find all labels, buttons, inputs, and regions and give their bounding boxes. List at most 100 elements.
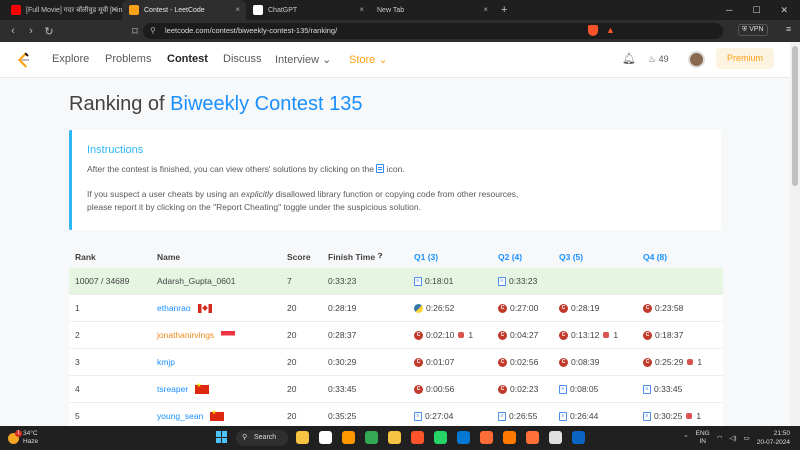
wifi-icon[interactable]: ◠ — [717, 434, 723, 442]
question-result-cell[interactable]: C 0:02:10 1 — [414, 322, 473, 348]
vscode-icon[interactable] — [457, 431, 470, 444]
question-result-cell[interactable]: C 0:18:37 — [643, 322, 683, 348]
solution-doc-icon[interactable]: ≡ — [559, 384, 567, 394]
minimize-icon[interactable]: ─ — [726, 5, 732, 15]
cpp-icon[interactable]: C — [498, 384, 507, 394]
nav-contest[interactable]: Contest — [167, 53, 208, 80]
browser-tab[interactable]: ChatGPT × — [246, 0, 370, 20]
notion-icon[interactable] — [319, 431, 332, 444]
nav-explore[interactable]: Explore — [52, 53, 89, 65]
browser-tab[interactable]: [Full Movie] गदर बॉलीवुड मूवी [Hindi D× — [4, 0, 122, 20]
cpp-icon[interactable]: C — [643, 357, 652, 367]
question-result-cell[interactable]: ≡ 0:18:01 — [414, 268, 453, 294]
avatar[interactable] — [688, 51, 705, 68]
menu-icon[interactable]: ≡ — [786, 24, 791, 34]
postman-icon[interactable] — [480, 431, 493, 444]
solution-doc-icon[interactable]: ≡ — [414, 411, 422, 421]
cpp-icon[interactable]: C — [498, 357, 507, 367]
leetcode-logo-icon[interactable] — [14, 51, 32, 69]
whatsapp-icon[interactable] — [434, 431, 447, 444]
solution-doc-icon[interactable]: ≡ — [643, 411, 651, 421]
cpp-icon[interactable]: C — [414, 357, 423, 367]
nav-problems[interactable]: Problems — [105, 53, 151, 65]
username-link[interactable]: tsreaper — [157, 376, 210, 402]
reload-icon[interactable]: ↻ — [40, 25, 58, 38]
cpp-icon[interactable]: C — [643, 303, 652, 313]
solution-doc-icon[interactable]: ≡ — [643, 384, 651, 394]
cpp-icon[interactable]: C — [559, 303, 568, 313]
nav-interview[interactable]: Interview ⌄ — [275, 53, 331, 66]
cpp-icon[interactable]: C — [414, 384, 423, 394]
new-tab-button[interactable]: + — [494, 0, 514, 20]
brave-shield-icon[interactable] — [588, 25, 598, 36]
cpp-icon[interactable]: C — [498, 330, 507, 340]
browser-tab[interactable]: Contest - LeetCode × — [122, 0, 246, 20]
cpp-icon[interactable]: C — [559, 357, 568, 367]
question-result-cell[interactable]: C 0:00:56 — [414, 376, 454, 402]
question-result-cell[interactable]: 0:26:52 — [414, 295, 454, 321]
username-link[interactable]: Adarsh_Gupta_0601 — [157, 268, 235, 294]
username-link[interactable]: young_sean — [157, 403, 225, 426]
question-result-cell[interactable]: C 0:08:39 — [559, 349, 599, 375]
solution-doc-icon[interactable]: ≡ — [498, 411, 506, 421]
question-result-cell[interactable]: C 0:02:23 — [498, 376, 538, 402]
back-icon[interactable]: ‹ — [4, 25, 22, 37]
question-result-cell[interactable]: ≡ 0:08:05 — [559, 376, 598, 402]
contest-name-link[interactable]: Biweekly Contest 135 — [170, 93, 362, 115]
question-result-cell[interactable]: ≡ 0:30:25 1 — [643, 403, 701, 426]
username-link[interactable]: kmjp — [157, 349, 175, 375]
nav-discuss[interactable]: Discuss — [223, 53, 262, 65]
close-tab-icon[interactable]: × — [359, 5, 364, 14]
nav-store[interactable]: Store ⌄ — [349, 53, 388, 66]
address-bar[interactable]: ⚲ leetcode.com/contest/biweekly-contest-… — [143, 23, 723, 39]
python-icon[interactable] — [414, 303, 423, 313]
question-result-cell[interactable]: ≡ 0:26:55 — [498, 403, 537, 426]
maximize-icon[interactable]: ☐ — [752, 5, 760, 16]
close-tab-icon[interactable]: × — [235, 5, 240, 14]
question-result-cell[interactable]: C 0:04:27 — [498, 322, 538, 348]
question-result-cell[interactable]: C 0:23:58 — [643, 295, 683, 321]
solution-doc-icon[interactable]: ≡ — [559, 411, 567, 421]
question-header[interactable]: Q2 (4) — [498, 246, 522, 268]
clock[interactable]: 21:50 20-07-2024 — [757, 429, 790, 447]
folder-icon[interactable] — [388, 431, 401, 444]
cpp-icon[interactable]: C — [643, 330, 652, 340]
close-window-icon[interactable]: ✕ — [780, 5, 788, 16]
sublime-icon[interactable] — [342, 431, 355, 444]
question-header[interactable]: Q3 (5) — [559, 246, 583, 268]
brave-rewards-icon[interactable]: ▲ — [606, 25, 615, 35]
close-tab-icon[interactable]: × — [483, 5, 488, 14]
site-info-icon[interactable]: ⚲ — [150, 23, 156, 39]
chrome-icon[interactable] — [365, 431, 378, 444]
linkedin-icon[interactable] — [572, 431, 585, 444]
vpn-button[interactable]: ⛨ VPN — [738, 24, 768, 36]
chevron-up-icon[interactable]: ⌃ — [683, 434, 688, 442]
file-explorer-icon[interactable] — [296, 431, 309, 444]
solution-doc-icon[interactable]: ≡ — [498, 276, 506, 286]
question-result-cell[interactable]: C 0:27:00 — [498, 295, 538, 321]
question-header[interactable]: Q1 (3) — [414, 246, 438, 268]
question-result-cell[interactable]: C 0:25:29 1 — [643, 349, 702, 375]
question-result-cell[interactable]: ≡ 0:33:23 — [498, 268, 537, 294]
question-header[interactable]: Q4 (8) — [643, 246, 667, 268]
help-icon[interactable]: ❓︎ — [378, 253, 382, 261]
premium-button[interactable]: Premium — [716, 48, 774, 69]
forward-icon[interactable]: › — [22, 25, 40, 37]
browser-tab[interactable]: New Tab × — [370, 0, 494, 20]
volume-icon[interactable]: ◁) — [729, 434, 736, 442]
streak-counter[interactable]: ♨ 49 — [648, 54, 669, 65]
settings-icon[interactable] — [503, 431, 516, 444]
bookmark-icon[interactable]: ⌑ — [126, 25, 144, 38]
close-tab-icon[interactable]: × — [111, 5, 116, 14]
firefox-icon[interactable] — [526, 431, 539, 444]
question-result-cell[interactable]: ≡ 0:26:44 — [559, 403, 598, 426]
question-result-cell[interactable]: C 0:13:12 1 — [559, 322, 618, 348]
cpp-icon[interactable]: C — [498, 303, 507, 313]
brave-icon[interactable] — [411, 431, 424, 444]
battery-icon[interactable]: ▭ — [744, 434, 750, 442]
cpp-icon[interactable]: C — [559, 330, 568, 340]
windows-start-icon[interactable] — [216, 431, 228, 443]
question-result-cell[interactable]: C 0:02:56 — [498, 349, 538, 375]
question-result-cell[interactable]: ≡ 0:33:45 — [643, 376, 682, 402]
question-result-cell[interactable]: C 0:01:07 — [414, 349, 454, 375]
